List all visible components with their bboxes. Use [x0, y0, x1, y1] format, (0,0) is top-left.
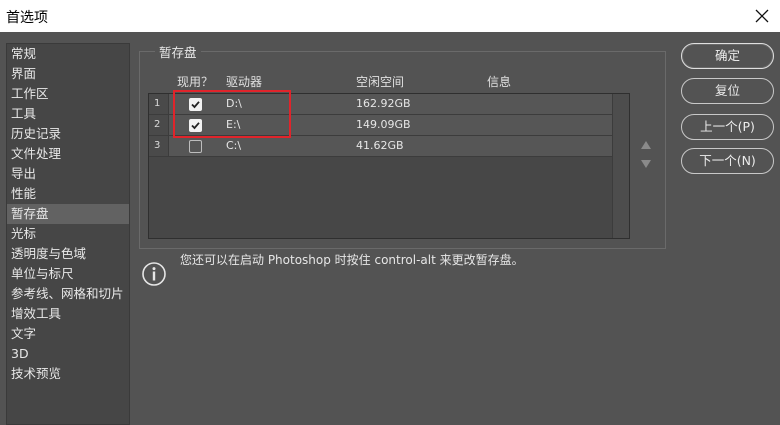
- free-space: 149.09GB: [356, 118, 411, 131]
- column-header-drive: 驱动器: [226, 75, 263, 89]
- sidebar-item-units[interactable]: 单位与标尺: [7, 264, 129, 284]
- column-header-free-space: 空闲空间: [356, 75, 405, 89]
- sidebar-item-export[interactable]: 导出: [7, 164, 129, 184]
- column-header-info: 信息: [487, 75, 512, 89]
- column-header-active: 现用？: [177, 75, 214, 89]
- sidebar-item-file-handling[interactable]: 文件处理: [7, 144, 129, 164]
- info-icon: [142, 262, 166, 286]
- arrow-up-icon[interactable]: [641, 141, 651, 149]
- sidebar: 常规 界面 工作区 工具 历史记录 文件处理 导出 性能 暂存盘 光标 透明度与…: [6, 43, 130, 425]
- sidebar-item-general[interactable]: 常规: [7, 44, 129, 64]
- table-scrollbar[interactable]: [612, 94, 629, 238]
- reset-button[interactable]: 复位: [681, 78, 774, 104]
- sidebar-item-3d[interactable]: 3D: [7, 344, 129, 364]
- window-title: 首选项: [6, 10, 48, 26]
- close-icon[interactable]: [750, 4, 774, 28]
- row-number: 1: [149, 94, 169, 114]
- table-row[interactable]: 3 C:\ 41.62GB: [149, 136, 612, 157]
- title-bar: 首选项: [0, 0, 780, 32]
- drive-name: C:\: [226, 139, 242, 152]
- sidebar-item-tech-preview[interactable]: 技术预览: [7, 364, 129, 384]
- active-checkbox[interactable]: [189, 140, 202, 153]
- sidebar-item-cursors[interactable]: 光标: [7, 224, 129, 244]
- next-button[interactable]: 下一个(N): [681, 148, 774, 174]
- free-space: 41.62GB: [356, 139, 404, 152]
- sidebar-item-transparency[interactable]: 透明度与色域: [7, 244, 129, 264]
- sidebar-item-scratch-disks[interactable]: 暂存盘: [7, 204, 129, 224]
- row-number: 2: [149, 115, 169, 135]
- info-text: 您还可以在启动 Photoshop 时按住 control-alt 来更改暂存盘…: [180, 253, 524, 267]
- group-legend: 暂存盘: [155, 42, 201, 61]
- sidebar-item-workspace[interactable]: 工作区: [7, 84, 129, 104]
- row-number: 3: [149, 136, 169, 156]
- sidebar-item-history[interactable]: 历史记录: [7, 124, 129, 144]
- sidebar-item-tools[interactable]: 工具: [7, 104, 129, 124]
- arrow-down-icon[interactable]: [641, 160, 651, 168]
- sidebar-item-type[interactable]: 文字: [7, 324, 129, 344]
- sidebar-item-interface[interactable]: 界面: [7, 64, 129, 84]
- sidebar-item-plugins[interactable]: 增效工具: [7, 304, 129, 324]
- highlight-box: [173, 90, 291, 138]
- ok-button[interactable]: 确定: [681, 43, 774, 69]
- free-space: 162.92GB: [356, 97, 411, 110]
- sidebar-item-performance[interactable]: 性能: [7, 184, 129, 204]
- sidebar-item-guides[interactable]: 参考线、网格和切片: [7, 284, 129, 304]
- prev-button[interactable]: 上一个(P): [681, 114, 774, 140]
